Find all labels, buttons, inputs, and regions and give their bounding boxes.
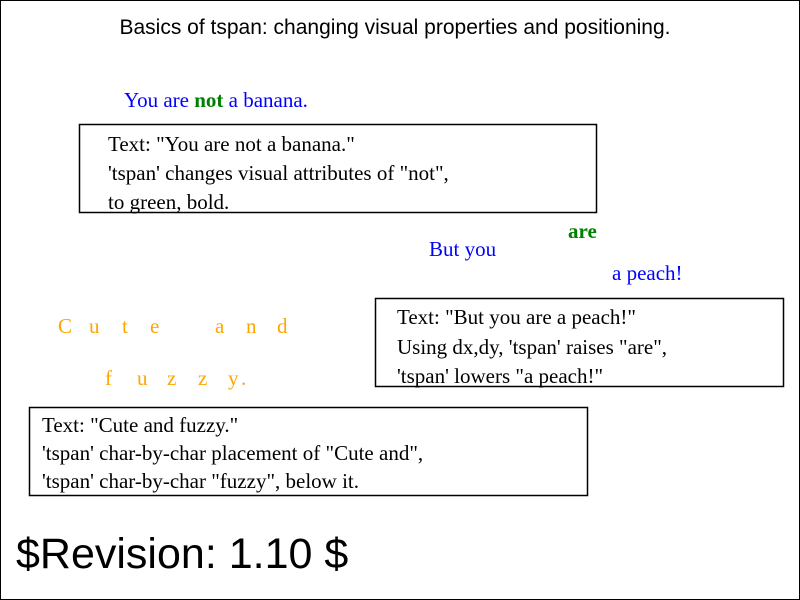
demo3-char: d <box>277 314 288 338</box>
caption2-line3: 'tspan' lowers "a peach!" <box>397 364 603 388</box>
demo1-text-highlight: not <box>194 88 223 112</box>
demo3-char: e <box>150 314 159 338</box>
demo3-char: n <box>246 314 257 338</box>
caption3-box: Text: "Cute and fuzzy." 'tspan' char-by-… <box>28 406 589 497</box>
demo-dx-dy-positioning: But you are a peach! <box>429 219 683 285</box>
caption1-line1: Text: "You are not a banana." <box>108 132 355 156</box>
demo3-char: y <box>228 366 239 390</box>
caption1-line3: to green, bold. <box>108 190 229 214</box>
demo3-row2: fuzzy. <box>105 366 246 390</box>
demo3-char: z <box>198 366 207 390</box>
test-figure: Basics of tspan: changing visual propert… <box>0 0 800 600</box>
caption3-line2: 'tspan' char-by-char placement of "Cute … <box>42 441 423 465</box>
demo-char-placement: Cuteand fuzzy. <box>58 314 288 390</box>
caption1-line2: 'tspan' changes visual attributes of "no… <box>108 161 449 185</box>
caption1-box: Text: "You are not a banana." 'tspan' ch… <box>78 123 598 214</box>
demo3-char: z <box>167 366 176 390</box>
demo1-text-after: a banana. <box>229 88 308 112</box>
caption2-line2: Using dx,dy, 'tspan' raises "are", <box>397 335 667 359</box>
demo3-char: u <box>89 314 100 338</box>
demo3-char: f <box>105 366 112 390</box>
caption3-line1: Text: "Cute and fuzzy." <box>42 413 238 437</box>
demo2-text-raised: are <box>568 219 597 243</box>
revision-label: $Revision: 1.10 $ <box>16 530 348 578</box>
demo3-char: . <box>241 366 246 390</box>
caption2-box: Text: "But you are a peach!" Using dx,dy… <box>374 297 785 388</box>
demo2-text-lowered: a peach! <box>612 261 683 285</box>
caption3-line3: 'tspan' char-by-char "fuzzy", below it. <box>42 469 359 493</box>
demo1-sentence: You are not a banana. <box>124 88 308 112</box>
test-title: Basics of tspan: changing visual propert… <box>119 16 670 39</box>
caption2-line1: Text: "But you are a peach!" <box>397 305 636 329</box>
svg-test-canvas: Basics of tspan: changing visual propert… <box>0 0 800 600</box>
demo1-text-before: You are <box>124 88 189 112</box>
demo-visual-attributes: You are not a banana. <box>124 88 308 112</box>
demo3-char: u <box>137 366 148 390</box>
demo3-char: C <box>58 314 72 338</box>
demo3-char: t <box>122 314 128 338</box>
frame-border <box>0 0 800 600</box>
demo2-text-start: But you <box>429 237 497 261</box>
demo3-char: a <box>215 314 225 338</box>
demo3-row1: Cute and <box>58 314 288 338</box>
